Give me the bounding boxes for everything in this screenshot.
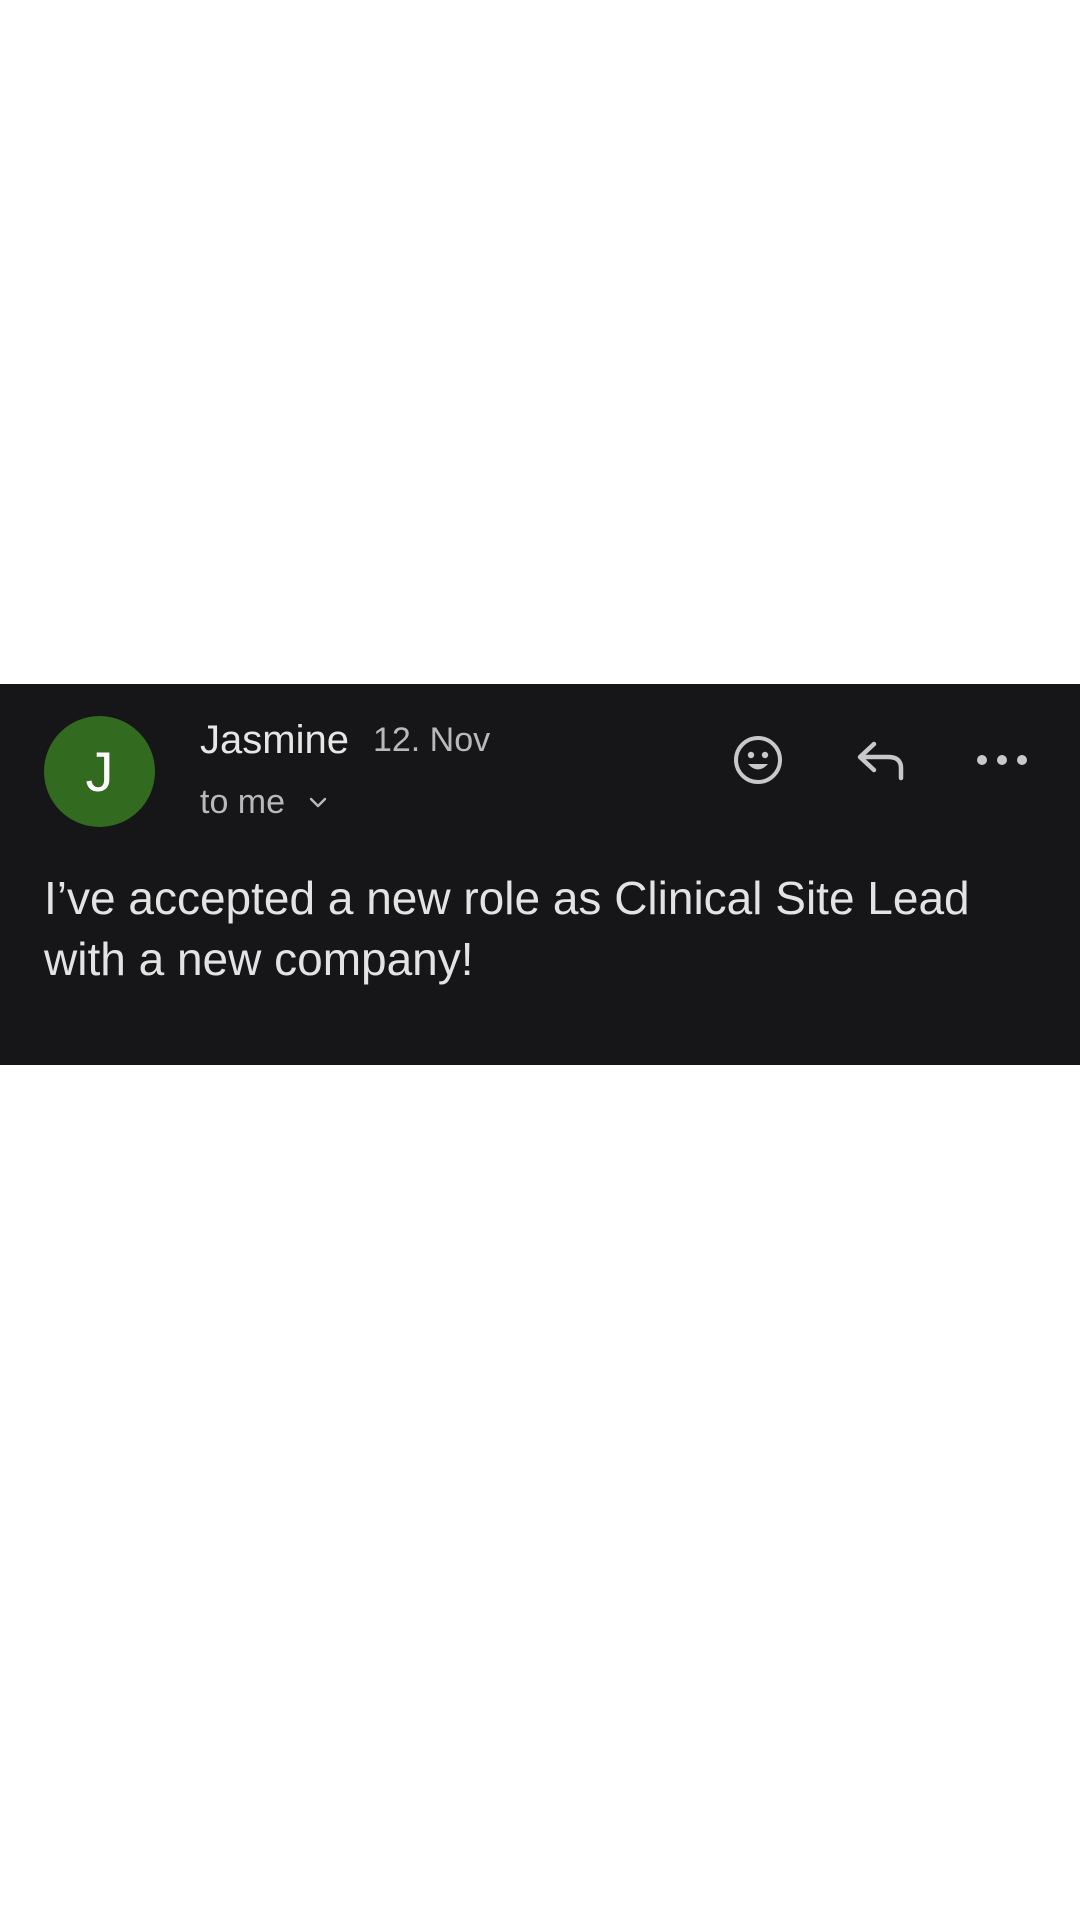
more-options-icon — [977, 755, 1027, 765]
recipient-toggle[interactable]: to me — [200, 780, 329, 824]
avatar-initial: J — [85, 740, 114, 803]
recipient-label: to me — [200, 782, 286, 821]
reply-icon — [857, 741, 904, 781]
email-date: 12. Nov — [372, 720, 491, 759]
sender-name[interactable]: Jasmine — [200, 718, 349, 763]
sender-avatar[interactable]: J — [44, 716, 155, 827]
emoji-reaction-button[interactable] — [722, 724, 794, 796]
emoji-reaction-icon — [734, 736, 782, 784]
email-message-card: J Jasmine 12. Nov to me I’ve accepted a … — [0, 684, 1080, 1065]
chevron-down-icon — [309, 797, 327, 808]
email-body: I’ve accepted a new role as Clinical Sit… — [44, 872, 970, 985]
reply-button[interactable] — [844, 724, 916, 796]
sender-line: Jasmine 12. Nov — [200, 716, 490, 764]
more-options-button[interactable] — [966, 724, 1038, 796]
